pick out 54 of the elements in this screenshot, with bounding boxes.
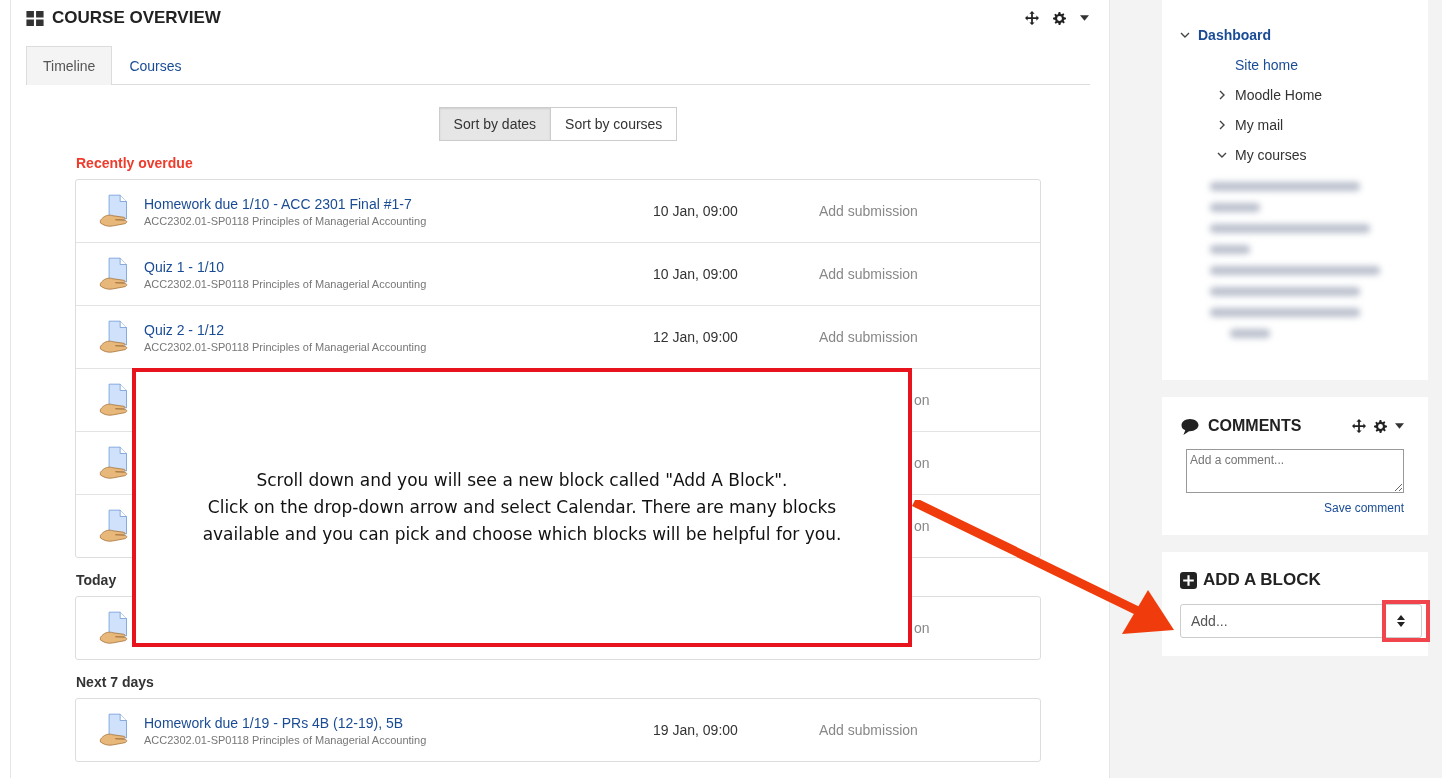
- event-link[interactable]: Quiz 1 - 1/10: [144, 258, 653, 275]
- plus-square-icon: [1180, 571, 1197, 589]
- sort-button[interactable]: Sort by dates: [438, 107, 552, 141]
- course-name: ACC2302.01-SP0118 Principles of Managerial Accounting: [144, 733, 428, 746]
- event-link[interactable]: Homework due 1/10 - ACC 2301 Final #1-7: [144, 195, 653, 212]
- action-link[interactable]: Add submission: [819, 266, 926, 282]
- tab[interactable]: Courses: [112, 46, 199, 85]
- nav-link[interactable]: Site home: [1235, 57, 1299, 73]
- section-heading: Next 7 days: [76, 674, 155, 690]
- event-date: 12 Jan, 09:00: [653, 329, 739, 345]
- nav-link[interactable]: Dashboard: [1198, 27, 1272, 43]
- chevron-right-icon[interactable]: [1217, 120, 1227, 130]
- event-date: 19 Jan, 09:00: [653, 722, 739, 738]
- sort-arrows-icon[interactable]: [1397, 615, 1405, 627]
- save-comment-link[interactable]: Save comment: [1180, 501, 1404, 515]
- block-title: ADD A BLOCK: [1203, 570, 1321, 590]
- section-heading: Today: [76, 572, 118, 588]
- course-name: ACC2302.01-SP0118 Principles of Managerial Accounting: [144, 340, 428, 353]
- action-link[interactable]: on: [914, 620, 930, 636]
- caret-icon[interactable]: [1395, 423, 1404, 429]
- tab[interactable]: Timeline: [26, 46, 113, 85]
- nav-link[interactable]: My courses: [1235, 147, 1307, 163]
- event-link[interactable]: Quiz 2 - 1/12: [144, 321, 653, 338]
- move-icon[interactable]: [1352, 419, 1366, 433]
- action-link[interactable]: Add submission: [819, 329, 926, 345]
- caret-icon[interactable]: [1080, 15, 1089, 21]
- settings-icon[interactable]: [1053, 11, 1066, 25]
- section-heading: Recently overdue: [76, 155, 194, 171]
- speech-bubble-icon: [1180, 417, 1200, 435]
- action-link[interactable]: on: [914, 392, 930, 408]
- event-link[interactable]: Homework due 1/19 - PRs 4B (12-19), 5B: [144, 714, 653, 731]
- comment-field[interactable]: Add a comment...: [1186, 449, 1404, 493]
- action-link[interactable]: on: [914, 518, 930, 534]
- block-title: COURSE OVERVIEW: [52, 8, 222, 28]
- course-name: ACC2302.01-SP0118 Principles of Managerial Accounting: [144, 214, 428, 227]
- sort-button[interactable]: Sort by courses: [551, 107, 678, 141]
- action-link[interactable]: Add submission: [819, 203, 926, 219]
- callout-text: Scroll down and you will see a new block called "Add A Block". Click on the drop-down arrow and select Calendar. There are many blocks available and you can pick and choose which blocks will be helpful for you.: [132, 368, 912, 647]
- action-link[interactable]: on: [914, 455, 930, 471]
- add-block-select[interactable]: Add...: [1180, 604, 1422, 638]
- chevron-down-icon[interactable]: [1217, 150, 1227, 160]
- nav-link[interactable]: Moodle Home: [1235, 87, 1323, 103]
- chevron-right-icon[interactable]: [1217, 90, 1227, 100]
- course-name: ACC2302.01-SP0118 Principles of Managerial Accounting: [144, 277, 428, 290]
- highlight-frame: [1382, 600, 1430, 642]
- action-link[interactable]: Add submission: [819, 722, 926, 738]
- block-title: COMMENTS: [1208, 417, 1303, 435]
- move-icon[interactable]: [1025, 11, 1039, 25]
- grid-icon: [26, 10, 44, 26]
- nav-link[interactable]: My mail: [1235, 117, 1284, 133]
- chevron-down-icon[interactable]: [1180, 30, 1190, 40]
- event-date: 10 Jan, 09:00: [653, 203, 739, 219]
- settings-icon[interactable]: [1374, 419, 1387, 433]
- event-date: 10 Jan, 09:00: [653, 266, 739, 282]
